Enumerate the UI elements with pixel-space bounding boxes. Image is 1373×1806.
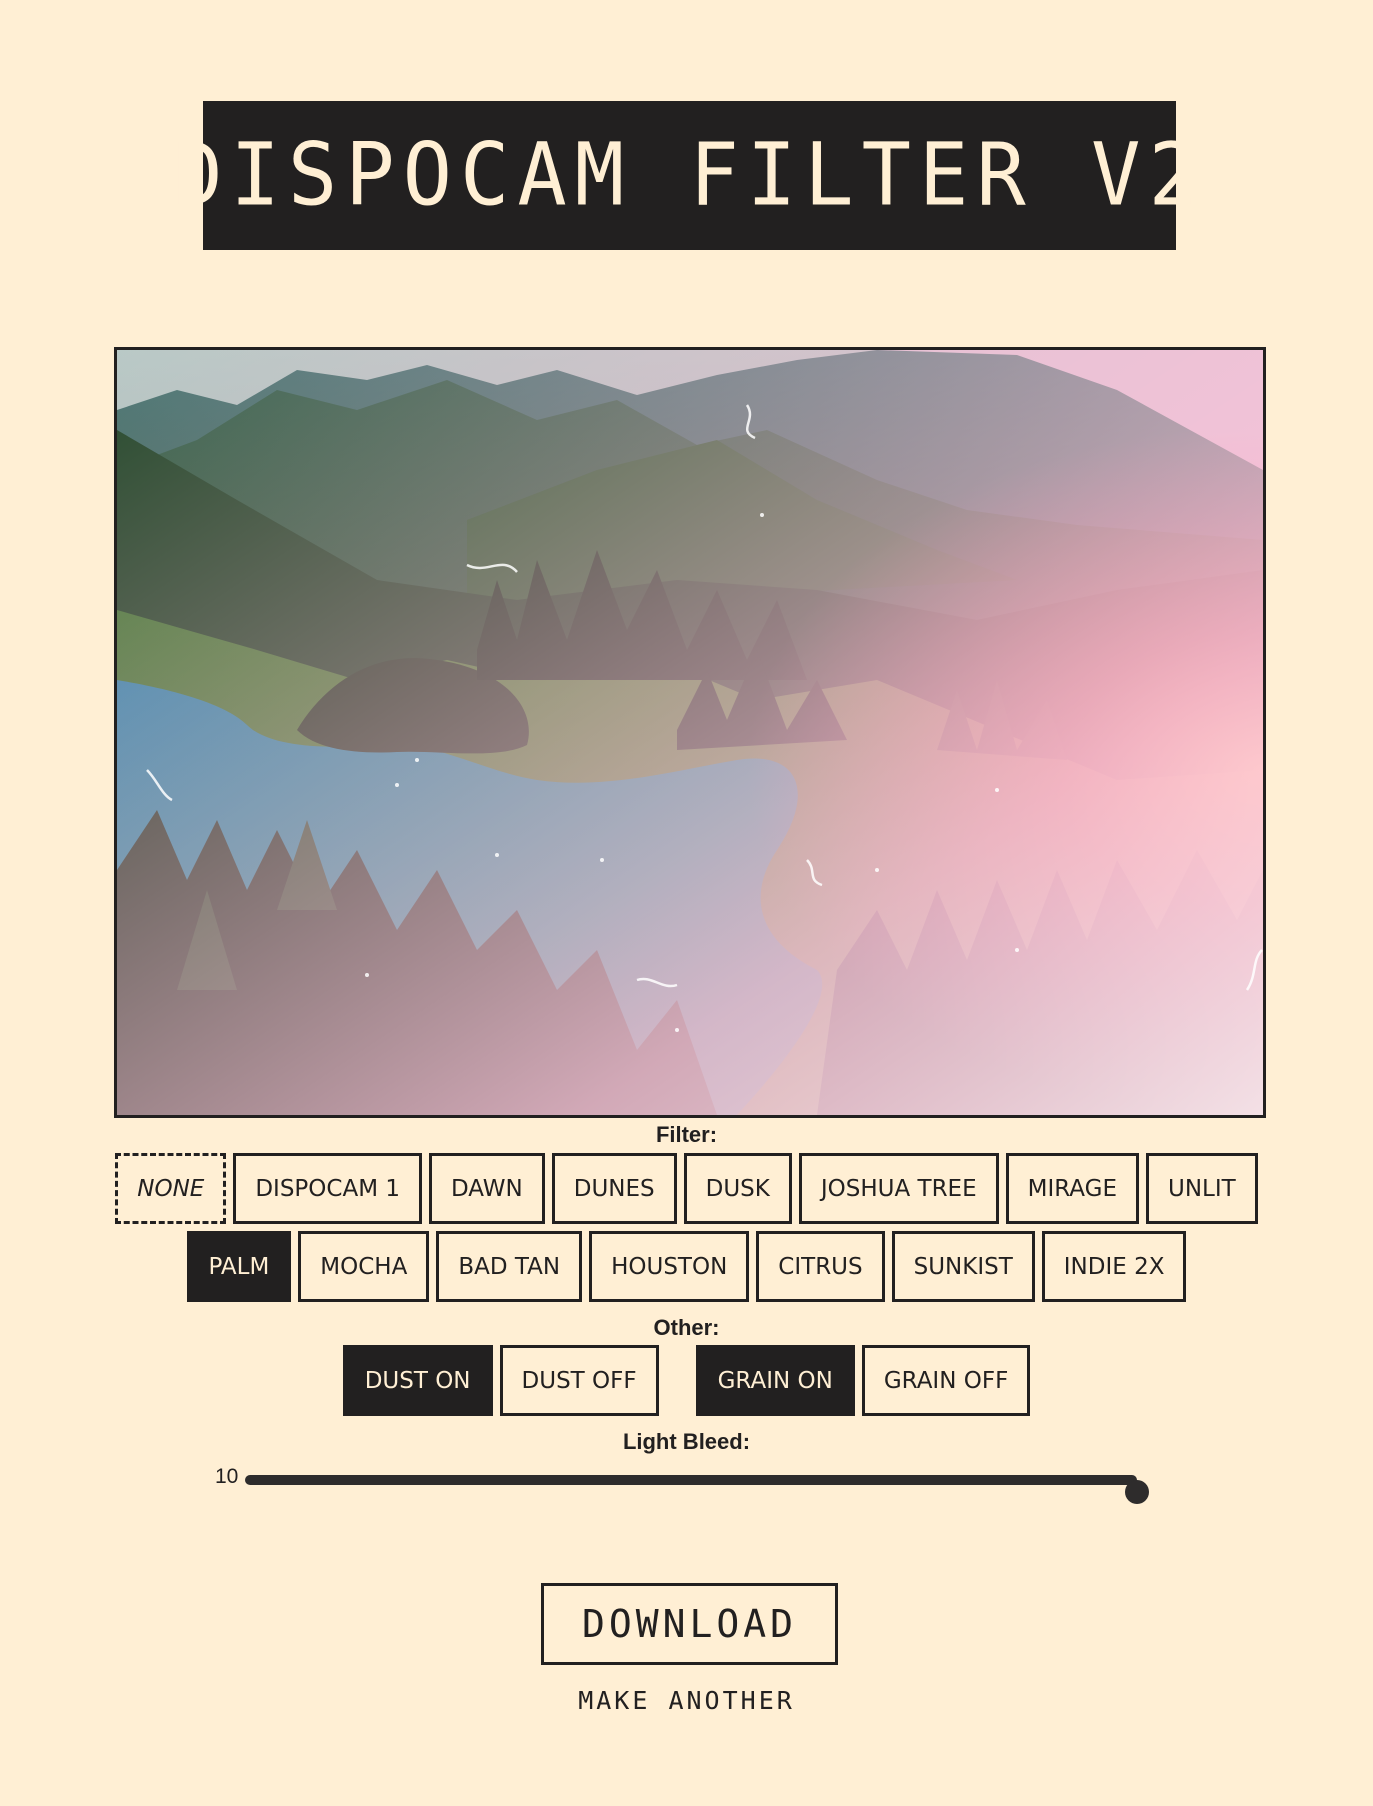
dust-on-button[interactable]: DUST ON <box>342 1345 493 1416</box>
filter-row-2: PALM MOCHA BAD TAN HOUSTON CITRUS SUNKIS… <box>0 1231 1373 1302</box>
filter-option-citrus[interactable]: CITRUS <box>756 1231 885 1302</box>
landscape-image <box>117 350 1263 1115</box>
dust-off-button[interactable]: DUST OFF <box>499 1345 659 1416</box>
grain-off-button[interactable]: GRAIN OFF <box>861 1345 1031 1416</box>
title-banner: DISPOCAM FILTER V2 <box>173 101 1198 250</box>
filter-option-mocha[interactable]: MOCHA <box>298 1231 430 1302</box>
filter-option-unlit[interactable]: UNLIT <box>1146 1153 1258 1224</box>
filter-row-1: NONE DISPOCAM 1 DAWN DUNES DUSK JOSHUA T… <box>0 1153 1373 1224</box>
light-bleed-track[interactable] <box>245 1475 1149 1504</box>
filter-option-indie-2x[interactable]: INDIE 2X <box>1041 1231 1187 1302</box>
filter-option-dawn[interactable]: DAWN <box>429 1153 545 1224</box>
light-bleed-slider: 10 <box>215 1463 1165 1504</box>
other-section-label: Other: <box>653 1315 720 1340</box>
page-title: DISPOCAM FILTER V2 <box>173 125 1206 226</box>
filter-option-dunes[interactable]: DUNES <box>551 1153 677 1224</box>
light-bleed-label: Light Bleed: <box>622 1429 751 1454</box>
make-another-link[interactable]: MAKE ANOTHER <box>0 1686 1373 1715</box>
filtered-photo-preview <box>114 347 1266 1118</box>
download-button[interactable]: DOWNLOAD <box>541 1583 838 1665</box>
filter-section-label: Filter: <box>655 1122 718 1147</box>
filter-option-none[interactable]: NONE <box>115 1153 227 1224</box>
filter-option-mirage[interactable]: MIRAGE <box>1005 1153 1139 1224</box>
filter-option-sunkist[interactable]: SUNKIST <box>891 1231 1035 1302</box>
grain-on-button[interactable]: GRAIN ON <box>695 1345 855 1416</box>
filter-option-joshua-tree[interactable]: JOSHUA TREE <box>798 1153 999 1224</box>
light-bleed-value: 10 <box>215 1465 239 1488</box>
filter-option-palm[interactable]: PALM <box>186 1231 292 1302</box>
filter-option-bad-tan[interactable]: BAD TAN <box>436 1231 583 1302</box>
filter-option-houston[interactable]: HOUSTON <box>589 1231 750 1302</box>
filter-option-dispocam-1[interactable]: DISPOCAM 1 <box>233 1153 422 1224</box>
light-bleed-thumb[interactable] <box>1125 1480 1149 1504</box>
other-options-row: DUST ON DUST OFF GRAIN ON GRAIN OFF <box>0 1345 1373 1416</box>
filter-option-dusk[interactable]: DUSK <box>683 1153 792 1224</box>
